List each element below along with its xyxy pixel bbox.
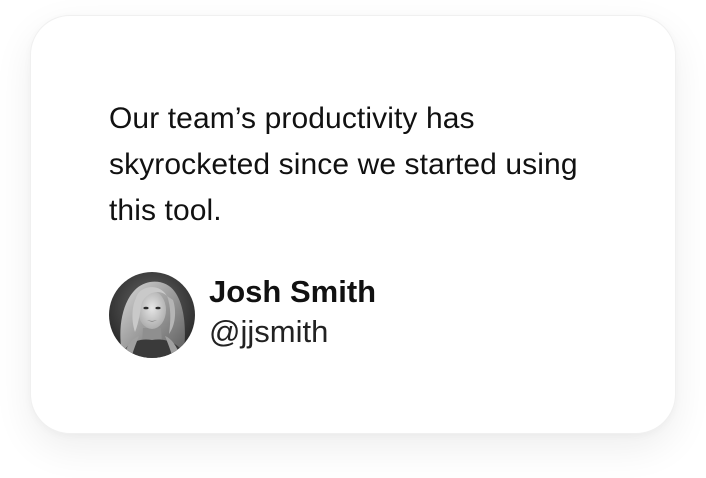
- author-block: Josh Smith @jjsmith: [109, 272, 376, 358]
- testimonial-quote: Our team’s productivity has skyrocketed …: [109, 102, 578, 227]
- author-handle: @jjsmith: [209, 314, 329, 349]
- avatar-photo-icon: [109, 272, 195, 358]
- testimonial-card: Our team’s productivity has skyrocketed …: [30, 15, 676, 434]
- author-name: Josh Smith: [209, 274, 377, 309]
- author-text: Josh Smith @jjsmith: [209, 272, 376, 352]
- avatar: [109, 272, 195, 358]
